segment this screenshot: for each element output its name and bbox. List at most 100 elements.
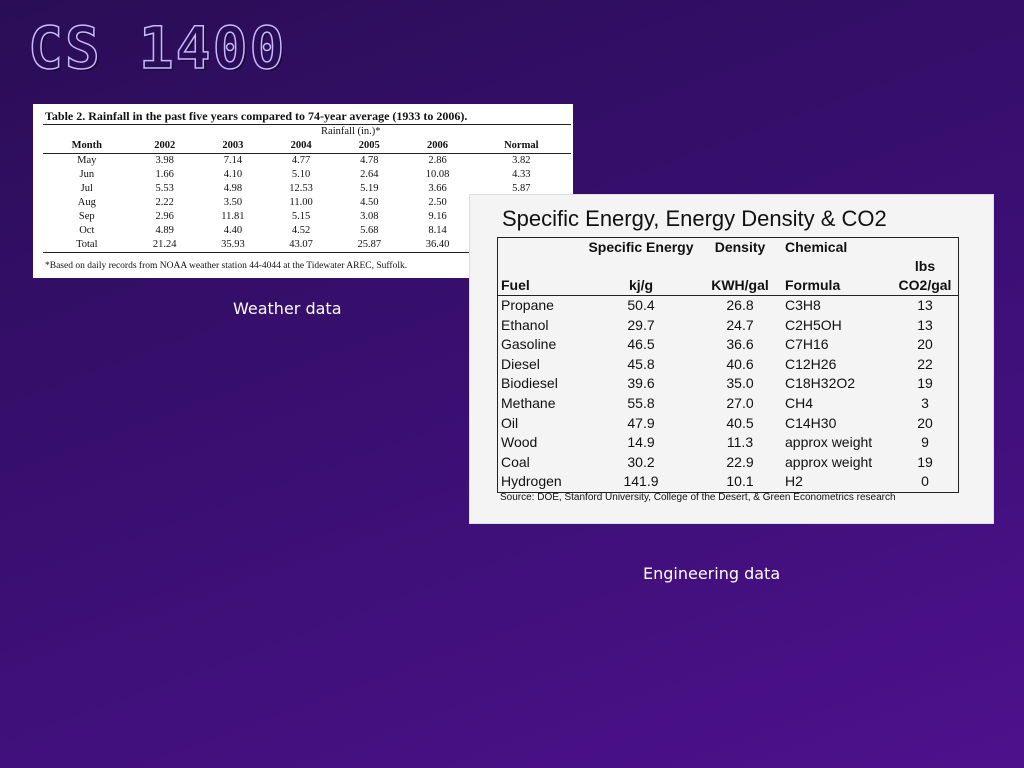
table-cell: 141.9 bbox=[623, 473, 659, 490]
table-cell: 3.98 bbox=[155, 155, 174, 166]
table-cell: 5.15 bbox=[291, 211, 311, 222]
table-cell: 5.53 bbox=[155, 183, 174, 194]
table-cell: 4.89 bbox=[155, 225, 174, 236]
energy-row: Coal 30.2 22.9 approx weight 19 bbox=[498, 453, 959, 473]
table-cell: 50.4 bbox=[627, 297, 655, 313]
table-cell: 4.50 bbox=[360, 197, 379, 208]
table-cell: CH4 bbox=[785, 394, 814, 411]
table-cell: 4.98 bbox=[223, 183, 243, 194]
table-cell: 2.64 bbox=[360, 169, 379, 180]
table-cell: 22 bbox=[917, 355, 933, 372]
table-cell: 11.00 bbox=[289, 197, 313, 208]
energy-header-cell: Density bbox=[714, 239, 766, 255]
table-cell: C12H26 bbox=[785, 355, 837, 372]
table-cell: 21.24 bbox=[130, 238, 199, 253]
energy-row: Diesel 45.8 40.6 C12H26 22 bbox=[498, 355, 959, 375]
rainfall-header-cell: Month bbox=[43, 139, 131, 154]
table-cell: 29.7 bbox=[627, 316, 655, 333]
table-cell: 4.33 bbox=[512, 169, 531, 180]
rainfall-header-cell: 2006 bbox=[403, 139, 472, 154]
table-cell: 25.87 bbox=[335, 238, 404, 253]
table-cell: C7H16 bbox=[785, 336, 829, 353]
energy-header-cell: Specific Energy bbox=[588, 239, 694, 255]
rainfall-row: Jun 1.66 4.10 5.10 2.64 10.08 4.33 bbox=[43, 168, 571, 182]
table-cell: 11.3 bbox=[726, 434, 754, 451]
table-cell: Oil bbox=[501, 414, 519, 431]
energy-header-cell bbox=[498, 238, 585, 258]
table-cell: 11.81 bbox=[221, 211, 245, 222]
table-cell: H2 bbox=[785, 473, 803, 490]
energy-header-cell bbox=[892, 238, 959, 258]
table-cell: 3 bbox=[921, 394, 929, 411]
table-cell: Methane bbox=[501, 394, 556, 411]
table-cell: 40.6 bbox=[726, 355, 754, 372]
table-cell: 20 bbox=[917, 414, 933, 431]
energy-row: Hydrogen 141.9 10.1 H2 0 bbox=[498, 472, 959, 492]
table-cell: 10.1 bbox=[726, 473, 754, 490]
table-cell: 20 bbox=[917, 336, 933, 353]
table-cell: 1.66 bbox=[155, 169, 174, 180]
table-cell: 27.0 bbox=[726, 394, 754, 411]
table-cell: 5.10 bbox=[291, 169, 311, 180]
table-cell: Gasoline bbox=[501, 336, 557, 353]
rainfall-footnote: *Based on daily records from NOAA weathe… bbox=[45, 261, 408, 271]
table-cell: C2H5OH bbox=[785, 316, 842, 333]
table-cell: Oct bbox=[79, 225, 95, 236]
table-cell: C14H30 bbox=[785, 414, 837, 431]
table-cell: Wood bbox=[501, 434, 538, 451]
table-cell: Hydrogen bbox=[501, 473, 562, 490]
table-cell: C3H8 bbox=[785, 297, 821, 313]
rainfall-table-caption: Table 2. Rainfall in the past five years… bbox=[45, 109, 468, 123]
rainfall-header-cell: 2003 bbox=[198, 139, 267, 154]
table-cell: 5.68 bbox=[360, 225, 379, 236]
rainfall-header-row: Month 2002 2003 2004 2005 2006 Normal bbox=[43, 139, 571, 154]
table-cell: 4.78 bbox=[360, 155, 379, 166]
table-cell: 19 bbox=[917, 375, 933, 392]
table-cell: 2.22 bbox=[155, 197, 174, 208]
table-cell: approx weight bbox=[785, 434, 873, 451]
energy-header-row-bottom: Fuel kj/g KWH/gal Formula lbs CO2/gal bbox=[497, 257, 959, 296]
table-cell: C18H32O2 bbox=[785, 375, 856, 392]
table-cell: 4.77 bbox=[291, 155, 311, 166]
table-cell: Aug bbox=[77, 197, 96, 208]
table-cell: 14.9 bbox=[627, 434, 655, 451]
table-cell: 13 bbox=[917, 316, 933, 333]
table-cell: 0 bbox=[921, 473, 929, 490]
table-cell: Coal bbox=[501, 453, 530, 470]
table-cell: 40.5 bbox=[726, 414, 754, 431]
slide-title: CS 1400 bbox=[27, 13, 287, 83]
table-cell: 24.7 bbox=[726, 316, 754, 333]
table-cell: 10.08 bbox=[425, 169, 450, 180]
table-cell: 46.5 bbox=[627, 336, 655, 353]
table-cell: Biodiesel bbox=[501, 375, 558, 392]
energy-table-source: Source: DOE, Stanford University, Colleg… bbox=[500, 492, 896, 503]
table-cell: 35.93 bbox=[198, 238, 267, 253]
table-cell: 30.2 bbox=[627, 453, 655, 470]
table-cell: 55.8 bbox=[627, 394, 655, 411]
energy-row: Gasoline 46.5 36.6 C7H16 20 bbox=[498, 335, 959, 355]
energy-row: Biodiesel 39.6 35.0 C18H32O2 19 bbox=[498, 374, 959, 394]
energy-table-image: Specific Energy, Energy Density & CO2 Sp… bbox=[469, 194, 994, 524]
rainfall-header-cell: 2002 bbox=[130, 139, 199, 154]
table-cell: 35.0 bbox=[726, 375, 754, 392]
table-cell: 43.07 bbox=[267, 238, 336, 253]
table-cell: 2.96 bbox=[155, 211, 174, 222]
table-cell: 9 bbox=[921, 434, 929, 451]
table-cell: Diesel bbox=[501, 355, 540, 372]
rainfall-header-cell: Normal bbox=[471, 139, 571, 154]
energy-row: Ethanol 29.7 24.7 C2H5OH 13 bbox=[498, 316, 959, 336]
table-cell: 9.16 bbox=[428, 211, 447, 222]
energy-header-row-top: Specific Energy Density Chemical bbox=[498, 238, 959, 258]
energy-header-cell: Formula bbox=[782, 257, 892, 296]
table-cell: 12.53 bbox=[289, 183, 313, 194]
table-cell: 3.82 bbox=[512, 155, 531, 166]
rainfall-super-header-row: Rainfall (in.)* bbox=[43, 124, 571, 139]
table-cell: Propane bbox=[501, 297, 554, 313]
energy-header-cell: kj/g bbox=[584, 257, 698, 296]
table-cell: 45.8 bbox=[627, 355, 655, 372]
table-cell: 36.40 bbox=[403, 238, 472, 253]
energy-table: Specific Energy Density Chemical Fuel kj… bbox=[497, 237, 959, 493]
rainfall-header-cell: 2004 bbox=[267, 139, 336, 154]
table-cell: 39.6 bbox=[627, 375, 655, 392]
table-cell: 13 bbox=[917, 297, 933, 313]
